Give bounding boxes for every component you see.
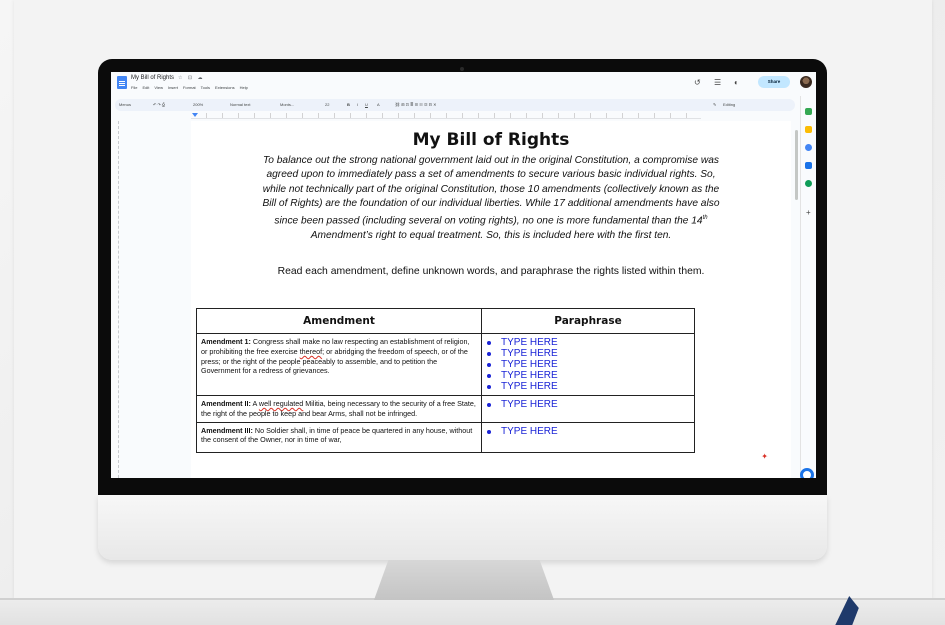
header-amendment: Amendment <box>196 308 482 334</box>
bullet-item[interactable]: TYPE HERE <box>486 348 690 359</box>
menu-format[interactable]: Format <box>183 85 196 90</box>
zoom-select[interactable]: 200% <box>193 99 203 111</box>
ruler-indent-marker[interactable] <box>192 113 198 117</box>
bold-icon[interactable]: B <box>347 99 350 111</box>
amendment-label: Amendment 1: <box>201 337 251 346</box>
scrollbar[interactable] <box>795 130 798 200</box>
intro-line: agreed upon to immediately pass a set of… <box>266 169 716 181</box>
bullet-item[interactable]: TYPE HERE <box>486 337 690 348</box>
amendment-label: Amendment III: <box>201 425 253 435</box>
contacts-icon[interactable] <box>805 162 812 169</box>
amendment-cell[interactable]: Amendment II: A well regulated Militia, … <box>196 395 482 423</box>
maps-icon[interactable] <box>805 180 812 187</box>
share-button[interactable]: Share <box>758 76 790 88</box>
add-icon[interactable]: + <box>806 208 811 217</box>
ruler[interactable] <box>191 113 701 119</box>
menu-extensions[interactable]: Extensions <box>215 85 235 90</box>
comment-icon[interactable]: ☰ <box>714 79 721 87</box>
menu-file[interactable]: File <box>131 85 137 90</box>
menu-edit[interactable]: Edit <box>142 85 149 90</box>
bullet-item[interactable]: TYPE HERE <box>486 370 690 381</box>
camera-dot <box>460 67 464 71</box>
background-bottom-bar <box>0 598 945 625</box>
format-icons[interactable]: ⛓ ⊞ ⊡ ≣ ☰ ☷ ☲ ⊟ ✕ <box>395 99 436 111</box>
amendment-cell[interactable]: Amendment 1: Congress shall make no law … <box>196 333 482 396</box>
spelling-flag[interactable]: thereof <box>300 347 322 356</box>
instruction-text: Read each amendment, define unknown word… <box>277 266 705 277</box>
underline-icon[interactable]: U <box>365 99 368 111</box>
amendment-label: Amendment II: <box>201 399 251 408</box>
intro-line: Bill of Rights) are the foundation of ou… <box>262 197 720 209</box>
document-heading: My Bill of Rights <box>412 130 570 150</box>
avatar[interactable] <box>800 76 812 88</box>
tasks-icon[interactable] <box>805 144 812 151</box>
left-margin <box>111 121 119 478</box>
undo-icon[interactable]: ↶ ↷ ⎙ <box>153 99 165 111</box>
top-right-controls: ↺ ☰ ◐ Share <box>686 76 816 92</box>
italic-icon[interactable]: I <box>357 99 358 111</box>
amendments-table: Amendment Paraphrase Amendment 1: Congre… <box>196 308 695 453</box>
title-bar: My Bill of Rights ☆ ⊡ ☁ File Edit View I… <box>111 72 816 96</box>
intro-line: while not technically part of the origin… <box>262 183 720 195</box>
menu-insert[interactable]: Insert <box>168 85 178 90</box>
amendment-cell[interactable]: Amendment III: No Soldier shall, in time… <box>196 421 482 453</box>
menu-bar: File Edit View Insert Format Tools Exten… <box>131 85 248 90</box>
intro-line: To balance out the strong national gover… <box>262 155 720 166</box>
search-menus[interactable]: Menus <box>119 99 131 111</box>
menu-view[interactable]: View <box>154 85 163 90</box>
table-header-row: Amendment Paraphrase <box>196 308 695 334</box>
document-title[interactable]: My Bill of Rights <box>131 75 174 81</box>
keep-icon[interactable] <box>805 126 812 133</box>
table-row: Amendment II: A well regulated Militia, … <box>196 395 695 423</box>
font-select[interactable]: Monts... <box>280 99 294 111</box>
formatting-toolbar: Menus ↶ ↷ ⎙ 200% Normal text Monts... 22… <box>115 99 795 111</box>
text-color-icon[interactable]: A <box>377 99 380 111</box>
spelling-flag[interactable]: well regulated <box>259 399 303 408</box>
screen: My Bill of Rights ☆ ⊡ ☁ File Edit View I… <box>111 72 816 478</box>
pencil-icon[interactable]: ✎ <box>713 99 716 111</box>
meet-icon[interactable]: ◐ <box>734 79 739 87</box>
docs-icon[interactable] <box>117 76 127 89</box>
history-icon[interactable]: ↺ <box>694 79 701 87</box>
paraphrase-cell[interactable]: TYPE HERE TYPE HERE TYPE HERE TYPE HERE … <box>481 333 695 396</box>
bullet-item[interactable]: TYPE HERE <box>486 359 690 370</box>
table-row: Amendment III: No Soldier shall, in time… <box>196 421 695 453</box>
editing-mode[interactable]: Editing <box>723 99 735 111</box>
paraphrase-cell[interactable]: TYPE HERE <box>481 421 695 453</box>
superscript: th <box>702 215 708 222</box>
bullet-list: TYPE HERE <box>486 426 690 437</box>
bullet-item[interactable]: TYPE HERE <box>486 381 690 392</box>
bullet-list: TYPE HERE <box>486 399 690 410</box>
font-size[interactable]: 22 <box>325 99 329 111</box>
bullet-list: TYPE HERE TYPE HERE TYPE HERE TYPE HERE … <box>486 337 690 392</box>
side-panel: + <box>800 96 816 478</box>
gemini-icon[interactable]: ✦ <box>761 452 768 461</box>
header-paraphrase: Paraphrase <box>481 308 695 334</box>
assistant-icon[interactable] <box>800 468 814 478</box>
paraphrase-cell[interactable]: TYPE HERE <box>481 395 695 423</box>
menu-tools[interactable]: Tools <box>201 85 210 90</box>
intro-line: Amendment’s right to equal treatment. So… <box>310 229 672 241</box>
intro-paragraph: To balance out the strong national gover… <box>216 154 766 243</box>
monitor-stand <box>374 560 554 600</box>
menu-help[interactable]: Help <box>240 85 248 90</box>
intro-line: since been passed (including several on … <box>274 215 703 227</box>
amendment-text: A <box>250 399 259 408</box>
document-page[interactable]: My Bill of Rights To balance out the str… <box>191 121 791 478</box>
calendar-icon[interactable] <box>805 108 812 115</box>
bullet-item[interactable]: TYPE HERE <box>486 426 690 437</box>
title-icons[interactable]: ☆ ⊡ ☁ <box>178 75 204 81</box>
table-row: Amendment 1: Congress shall make no law … <box>196 333 695 396</box>
apple-logo-icon <box>449 510 479 546</box>
bullet-item[interactable]: TYPE HERE <box>486 399 690 410</box>
style-select[interactable]: Normal text <box>230 99 250 111</box>
